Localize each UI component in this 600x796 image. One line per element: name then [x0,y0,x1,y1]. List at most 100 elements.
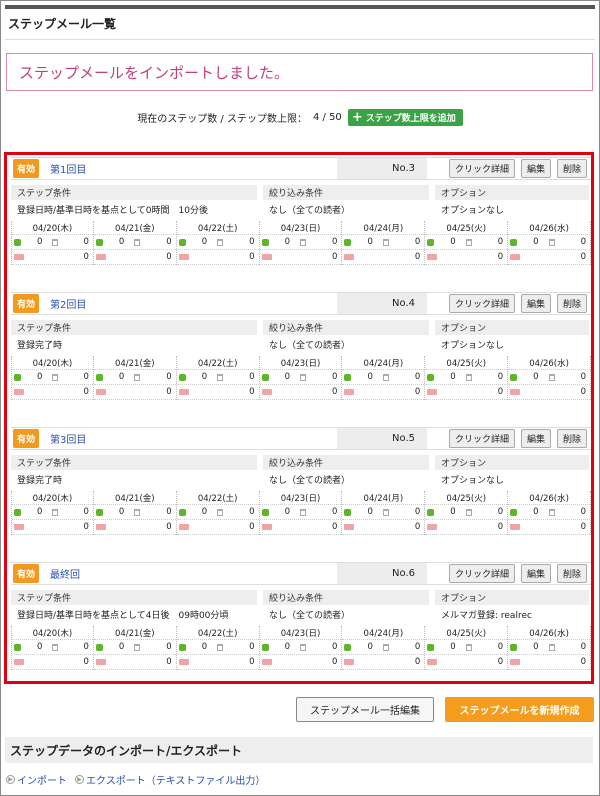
mail-icon [510,254,521,260]
step-name-link[interactable]: 最終回 [50,566,335,581]
day-date: 04/23(日) [259,221,342,235]
sent-count: 0 [118,237,125,247]
daily-stats: 04/20(木) 0 0 0 04/21(金) 0 0 0 04/22(土) 0 0 0 04/23(日… [11,221,592,265]
day-column: 04/24(月) 0 0 0 [342,626,426,670]
mail-count: 0 [332,522,338,532]
click-detail-button[interactable]: クリック詳細 [448,429,515,448]
day-column: 04/26(水) 0 0 0 [508,221,592,265]
deleted-count: 0 [166,237,172,247]
edit-button[interactable]: 編集 [520,294,551,313]
trash-icon [134,373,141,381]
step-condition-value: 登録完了時 [17,340,63,351]
day-column: 04/22(土) 0 0 0 [176,626,260,670]
mail-row: 0 [508,655,591,670]
mail-icon [344,659,355,665]
sent-row: 00 [176,370,259,385]
trash-icon [548,508,555,516]
mail-row: 0 [176,655,259,670]
day-date: 04/20(木) [12,221,93,235]
sent-count: 0 [450,642,456,652]
android-icon [344,238,352,246]
mail-icon [14,254,24,260]
step-card: 有効 最終回 No.6 クリック詳細 編集 削除 ステップ条件 登録日時/基準日時を基点として… [11,562,592,690]
mail-count: 0 [166,522,172,532]
mail-icon [178,524,189,530]
option-value: オプションなし [441,340,505,351]
add-step-limit-button[interactable]: + ステップ数上限を追加 [347,109,463,126]
sent-count: 0 [201,237,208,247]
sent-count: 0 [37,237,43,247]
mail-count: 0 [166,252,172,262]
mail-icon [14,389,24,395]
click-detail-button[interactable]: クリック詳細 [448,294,515,313]
trash-icon [217,373,224,381]
status-badge: 有効 [13,159,40,178]
mail-icon [95,254,106,260]
mail-row: 0 [93,385,176,400]
sent-count: 0 [367,237,373,247]
delete-button[interactable]: 削除 [556,564,587,583]
step-condition-header: ステップ条件 [11,590,257,605]
click-detail-button[interactable]: クリック詳細 [448,564,515,583]
mail-count: 0 [83,252,89,262]
create-step-mail-button[interactable]: ステップメールを新規作成 [445,697,594,722]
android-icon [427,643,435,651]
mail-icon [427,254,438,260]
deleted-count: 0 [414,372,421,382]
deleted-count: 0 [249,372,255,382]
day-column: 04/25(火) 0 0 0 [425,356,509,400]
trash-icon [465,508,472,516]
sent-row: 00 [508,640,591,655]
deleted-count: 0 [414,237,421,247]
step-name-link[interactable]: 第2回目 [50,296,335,311]
sent-row: 00 [425,370,508,385]
sent-row: 00 [93,370,176,385]
status-badge: 有効 [13,294,40,313]
step-count-value: 4 / 50 [312,112,342,123]
export-link[interactable]: ▶ エクスポート（テキストファイル出力） [75,772,265,787]
edit-button[interactable]: 編集 [520,429,551,448]
filter-condition-value: なし（全ての読者） [269,205,351,216]
deleted-count: 0 [83,372,89,382]
sent-count: 0 [284,507,290,517]
step-name-link[interactable]: 第1回目 [50,161,335,176]
edit-button[interactable]: 編集 [520,564,551,583]
click-detail-button[interactable]: クリック詳細 [448,159,515,178]
mail-icon [427,389,438,395]
step-condition-header: ステップ条件 [11,185,257,200]
day-date: 04/24(月) [342,221,425,235]
mail-count: 0 [497,387,504,397]
day-column: 04/24(月) 0 0 0 [342,356,426,400]
mail-count: 0 [497,522,504,532]
sent-row: 00 [93,640,176,655]
condition-row: ステップ条件 登録日時/基準日時を基点として4日後 09時00分頃 絞り込み条件 なし… [11,590,591,624]
day-column: 04/22(土) 0 0 0 [176,356,260,400]
mail-icon [14,524,24,530]
mail-count: 0 [580,252,587,262]
delete-button[interactable]: 削除 [556,294,587,313]
bulk-edit-button[interactable]: ステップメール一括編集 [296,697,434,722]
deleted-count: 0 [332,237,338,247]
trash-icon [52,238,59,246]
step-number: No.6 [337,563,428,584]
edit-button[interactable]: 編集 [520,159,551,178]
delete-button[interactable]: 削除 [556,429,587,448]
step-condition-header: ステップ条件 [11,320,257,335]
android-icon [14,238,21,246]
delete-button[interactable]: 削除 [556,159,587,178]
deleted-count: 0 [332,507,338,517]
android-icon [178,643,186,651]
mail-row: 0 [12,250,93,265]
step-condition-header: ステップ条件 [11,455,257,470]
mail-count: 0 [332,387,338,397]
mail-count: 0 [414,252,421,262]
sent-count: 0 [533,237,539,247]
sent-count: 0 [37,507,43,517]
import-link[interactable]: ▶ インポート [6,772,67,787]
step-name-link[interactable]: 第3回目 [50,431,335,446]
condition-row: ステップ条件 登録日時/基準日時を基点として0時間 10分後 絞り込み条件 なし（全て… [11,185,591,219]
day-date: 04/22(土) [176,491,259,505]
mail-icon [178,659,189,665]
sent-row: 00 [425,505,508,520]
day-date: 04/24(月) [342,356,425,370]
